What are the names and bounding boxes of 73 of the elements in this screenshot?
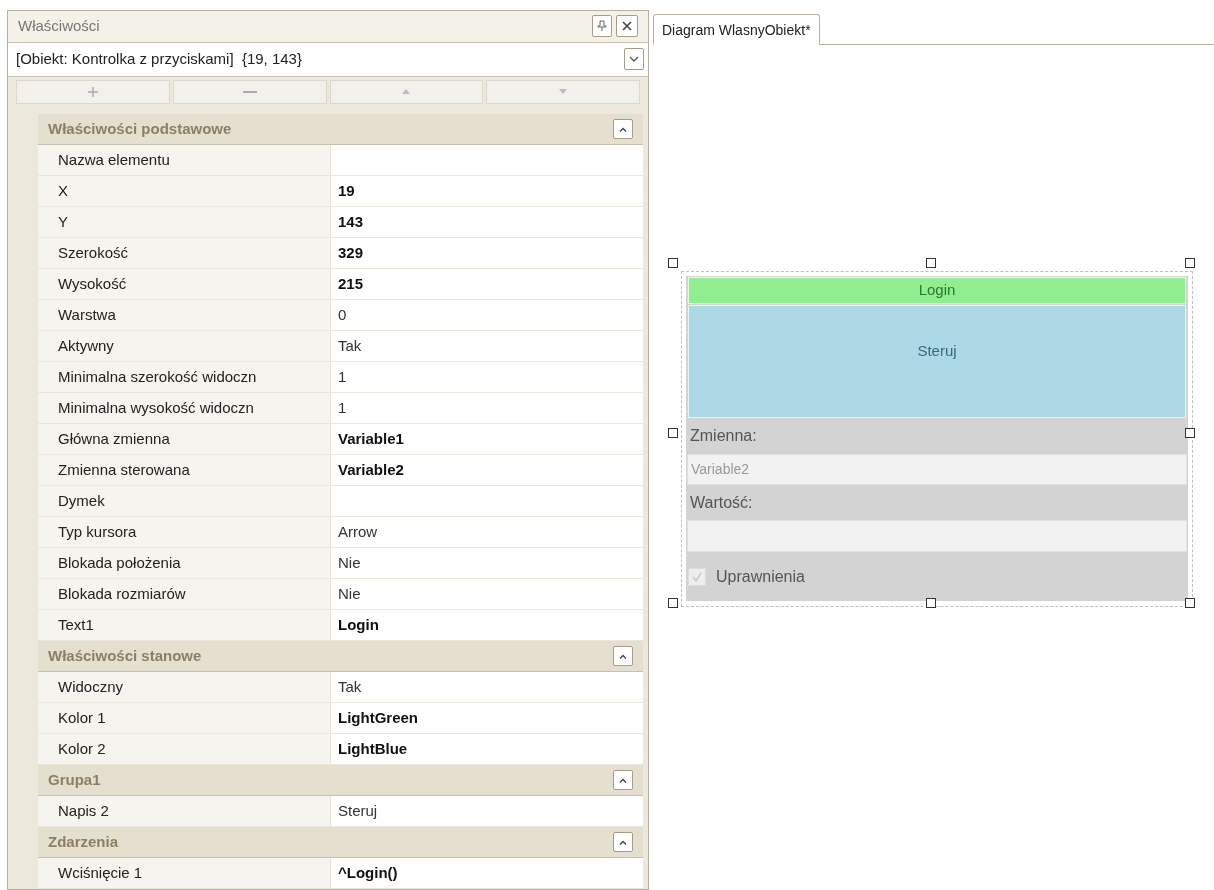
property-value[interactable]: 329 [331, 238, 643, 268]
dropdown-value: [Obiekt: Kontrolka z przyciskami] {19, 143} [16, 49, 303, 69]
property-name: Aktywny [38, 331, 331, 361]
property-value[interactable]: 19 [331, 176, 643, 206]
property-name: Wysokość [38, 269, 331, 299]
control-header: Login [688, 277, 1186, 304]
chevron-down-icon [624, 48, 644, 71]
resize-handle[interactable] [1185, 258, 1195, 268]
panel-title: Właściwości [18, 16, 101, 37]
property-name: Kolor 2 [38, 734, 331, 764]
property-value[interactable]: Nie [331, 548, 643, 578]
property-value[interactable]: Arrow [331, 517, 643, 547]
property-value[interactable]: 215 [331, 269, 643, 299]
property-name: Y [38, 207, 331, 237]
triangle-down-icon [559, 89, 568, 95]
property-name: X [38, 176, 331, 206]
property-name: Blokada położenia [38, 548, 331, 578]
pin-icon [597, 20, 607, 33]
section-title: Grupa1 [48, 769, 102, 790]
property-value[interactable]: 1 [331, 393, 643, 423]
plus-icon [87, 86, 98, 97]
resize-handle[interactable] [668, 258, 678, 268]
property-name: Text1 [38, 610, 331, 640]
resize-handle[interactable] [668, 598, 678, 608]
property-name: Napis 2 [38, 796, 331, 826]
variable-label: Zmienna: [689, 426, 758, 446]
control-widget[interactable]: Login Steruj Zmienna: Variable2 Wartość: Uprawnienia [686, 276, 1188, 601]
property-value[interactable]: Steruj [331, 796, 643, 826]
value-field[interactable] [687, 520, 1187, 552]
resize-handle[interactable] [926, 598, 936, 608]
property-name: Minimalna wysokość widoczn [38, 393, 331, 423]
property-value[interactable]: Nie [331, 579, 643, 609]
property-value[interactable]: Variable1 [331, 424, 643, 454]
property-name: Warstwa [38, 300, 331, 330]
property-value[interactable]: 143 [331, 207, 643, 237]
property-value[interactable]: LightGreen [331, 703, 643, 733]
property-value[interactable]: LightBlue [331, 734, 643, 764]
close-button[interactable] [616, 15, 638, 38]
checkmark-icon [691, 570, 703, 583]
property-value[interactable]: ^Login() [331, 858, 643, 888]
steruj-button[interactable]: Steruj [688, 305, 1186, 418]
property-name: Nazwa elementu [38, 145, 331, 175]
diagram-tab[interactable]: Diagram WlasnyObiekt* [653, 14, 820, 45]
resize-handle[interactable] [668, 428, 678, 438]
property-value[interactable]: Variable2 [331, 455, 643, 485]
minus-icon [242, 89, 257, 94]
property-value[interactable]: 1 [331, 362, 643, 392]
property-name: Widoczny [38, 672, 331, 702]
section-title: Właściwości stanowe [48, 645, 203, 666]
property-name: Zmienna sterowana [38, 455, 331, 485]
close-icon [622, 21, 632, 32]
checkbox-label: Uprawnienia [716, 566, 805, 587]
property-value[interactable]: Tak [331, 331, 643, 361]
property-name: Typ kursora [38, 517, 331, 547]
section-title: Zdarzenia [48, 831, 120, 852]
resize-handle[interactable] [1185, 428, 1195, 438]
value-label: Wartość: [689, 492, 754, 513]
resize-handle[interactable] [1185, 598, 1195, 608]
triangle-up-icon [402, 89, 411, 95]
property-value[interactable]: Tak [331, 672, 643, 702]
section-title: Właściwości podstawowe [48, 118, 233, 139]
property-name: Blokada rozmiarów [38, 579, 331, 609]
resize-handle[interactable] [926, 258, 936, 268]
property-name: Wciśnięcie 1 [38, 858, 331, 888]
property-name: Minimalna szerokość widoczn [38, 362, 331, 392]
property-name: Dymek [38, 486, 331, 516]
property-value[interactable]: Login [331, 610, 643, 640]
property-name: Szerokość [38, 238, 331, 268]
checkbox[interactable] [688, 567, 706, 586]
property-name: Kolor 1 [38, 703, 331, 733]
property-name: Główna zmienna [38, 424, 331, 454]
property-value[interactable]: 0 [331, 300, 643, 330]
object-dropdown[interactable]: [Obiekt: Kontrolka z przyciskami] {19, 143} [8, 42, 648, 77]
